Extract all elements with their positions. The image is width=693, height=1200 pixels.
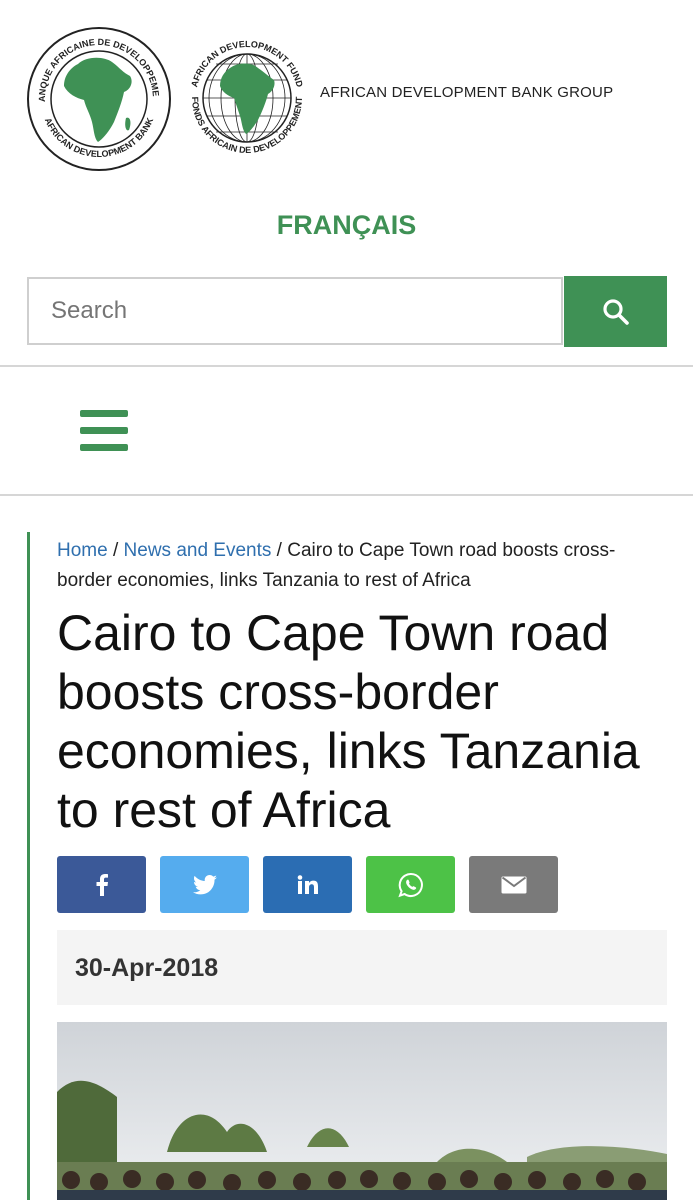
menu-button[interactable] — [80, 410, 128, 452]
article-accent-rule — [27, 532, 30, 1200]
language-switch-link[interactable]: FRANÇAIS — [0, 210, 693, 241]
facebook-icon — [96, 873, 108, 896]
share-linkedin-button[interactable] — [263, 856, 352, 913]
twitter-icon — [192, 874, 217, 894]
site-header: BANQUE AFRICAINE DE DEVELOPPEMENT AFRICA… — [0, 0, 693, 180]
hamburger-line — [80, 444, 128, 451]
afdb-logo[interactable]: BANQUE AFRICAINE DE DEVELOPPEMENT AFRICA… — [26, 26, 172, 172]
article-date: 30-Apr-2018 — [75, 954, 219, 982]
breadcrumb-separator: / — [271, 540, 288, 561]
bank-group-name: AFRICAN DEVELOPMENT BANK GROUP — [320, 84, 614, 101]
nav-divider — [0, 494, 693, 496]
search-input[interactable] — [27, 277, 563, 345]
article-photo — [57, 1022, 667, 1200]
share-twitter-button[interactable] — [160, 856, 249, 913]
crowd-photo-image — [57, 1022, 667, 1200]
hamburger-line — [80, 410, 128, 417]
breadcrumb-separator: / — [107, 540, 124, 561]
header-divider — [0, 365, 693, 367]
date-panel: 30-Apr-2018 — [57, 930, 667, 1005]
share-email-button[interactable] — [469, 856, 558, 913]
share-whatsapp-button[interactable] — [366, 856, 455, 913]
search-button[interactable] — [564, 276, 667, 347]
breadcrumb-news-link[interactable]: News and Events — [124, 540, 272, 561]
whatsapp-icon — [397, 872, 423, 897]
adf-logo[interactable]: AFRICAN DEVELOPMENT FUND FONDS AFRICAIN … — [182, 24, 312, 172]
share-facebook-button[interactable] — [57, 856, 146, 913]
breadcrumb: Home / News and Events / Cairo to Cape T… — [57, 536, 657, 596]
linkedin-icon — [297, 874, 318, 894]
hamburger-line — [80, 427, 128, 434]
article-title: Cairo to Cape Town road boosts cross-bor… — [57, 605, 640, 838]
email-icon — [501, 876, 526, 893]
search-icon — [602, 298, 629, 325]
breadcrumb-home-link[interactable]: Home — [57, 540, 108, 561]
